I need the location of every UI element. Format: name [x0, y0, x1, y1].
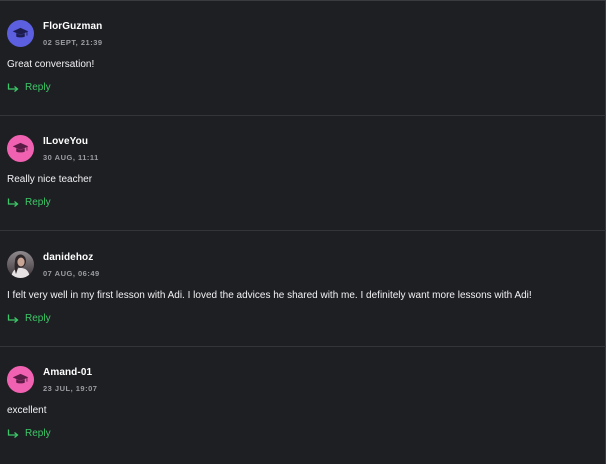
reply-label: Reply — [25, 197, 51, 208]
divider — [0, 230, 606, 231]
username[interactable]: Amand-01 — [43, 367, 92, 378]
comment-text: excellent — [7, 405, 47, 416]
reply-button[interactable]: Reply — [7, 428, 51, 439]
comment-text: Really nice teacher — [7, 174, 93, 185]
reply-arrow-icon — [7, 198, 19, 207]
avatar[interactable] — [7, 135, 34, 162]
username[interactable]: ILoveYou — [43, 136, 88, 147]
graduation-cap-icon — [12, 142, 29, 153]
username[interactable]: danidehoz — [43, 252, 93, 263]
comment-item: Amand-01 23 JUL, 19:07 excellent Reply — [0, 347, 606, 464]
timestamp: 30 AUG, 11:11 — [43, 153, 99, 162]
graduation-cap-icon — [12, 373, 29, 384]
reply-arrow-icon — [7, 83, 19, 92]
avatar[interactable] — [7, 366, 34, 393]
avatar[interactable] — [7, 251, 34, 278]
reply-button[interactable]: Reply — [7, 82, 51, 93]
comment-item: FlorGuzman 02 SEPT, 21:39 Great conversa… — [0, 1, 606, 116]
user-photo-icon — [11, 254, 30, 278]
reply-arrow-icon — [7, 429, 19, 438]
reply-button[interactable]: Reply — [7, 313, 51, 324]
comment-text: Great conversation! — [7, 59, 95, 70]
reply-button[interactable]: Reply — [7, 197, 51, 208]
comment-item: ILoveYou 30 AUG, 11:11 Really nice teach… — [0, 116, 606, 231]
reply-label: Reply — [25, 82, 51, 93]
reply-label: Reply — [25, 313, 51, 324]
graduation-cap-icon — [12, 27, 29, 38]
avatar[interactable] — [7, 20, 34, 47]
comment-item: danidehoz 07 AUG, 06:49 I felt very well… — [0, 232, 606, 347]
reply-arrow-icon — [7, 314, 19, 323]
timestamp: 23 JUL, 19:07 — [43, 384, 98, 393]
timestamp: 07 AUG, 06:49 — [43, 269, 100, 278]
reply-label: Reply — [25, 428, 51, 439]
username[interactable]: FlorGuzman — [43, 21, 102, 32]
comment-text: I felt very well in my first lesson with… — [7, 290, 532, 301]
timestamp: 02 SEPT, 21:39 — [43, 38, 103, 47]
